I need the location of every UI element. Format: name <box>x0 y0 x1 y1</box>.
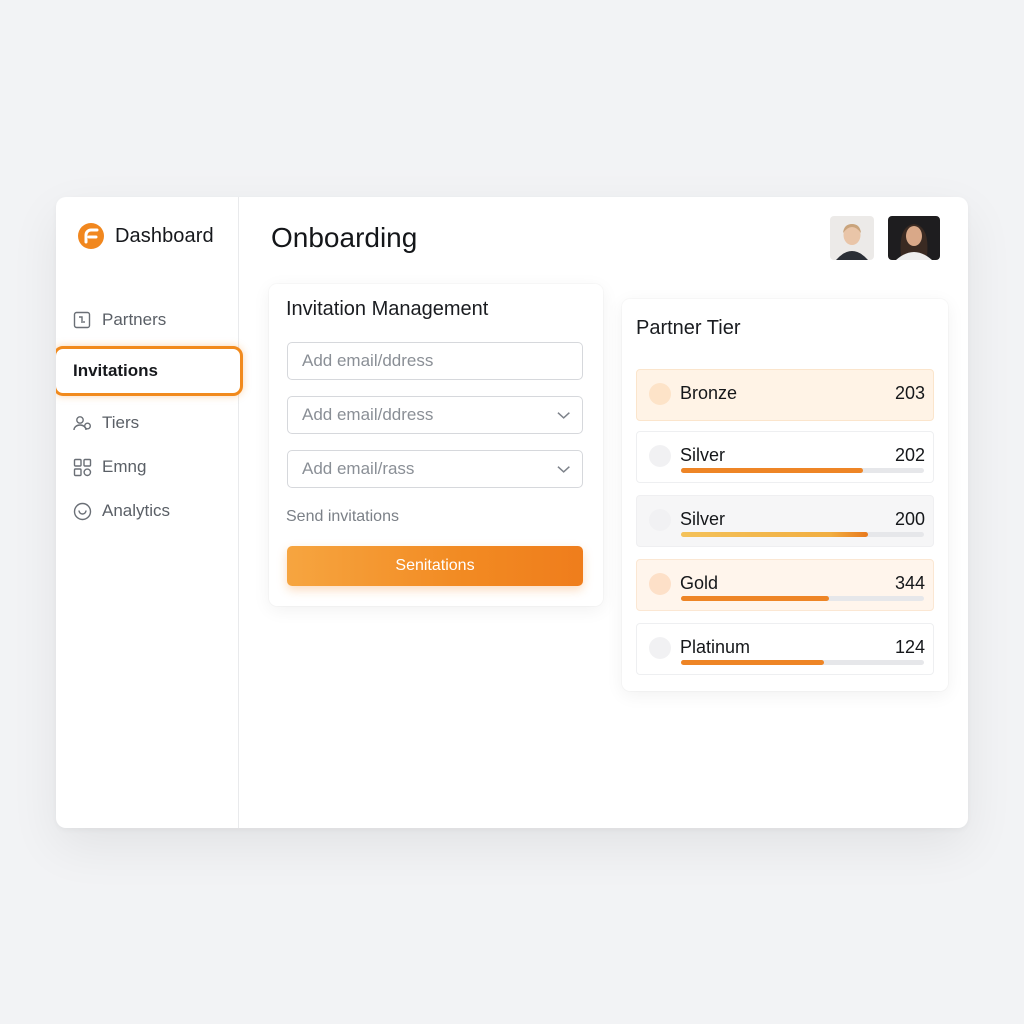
tier-progress-track <box>681 660 924 665</box>
tier-row-silver[interactable]: Silver 202 <box>636 431 934 483</box>
tier-row-platinum[interactable]: Platinum 124 <box>636 623 934 675</box>
tier-count: 344 <box>894 573 925 593</box>
email-field[interactable] <box>287 396 583 434</box>
tier-count: 200 <box>894 509 925 529</box>
tier-progress-fill <box>681 532 869 537</box>
avatar[interactable] <box>830 216 874 260</box>
tier-progress-fill <box>681 596 830 601</box>
avatar-dark <box>888 216 940 260</box>
email-input[interactable] <box>302 459 557 479</box>
brand-title: Dashboard <box>115 224 214 247</box>
users-icon <box>72 413 92 433</box>
tier-progress-fill <box>681 660 825 665</box>
sidebar-item-analytics[interactable]: Analytics <box>69 492 231 530</box>
sidebar-item-partners[interactable]: Partners <box>69 301 231 339</box>
tier-row-silver[interactable]: Silver 200 <box>636 495 934 547</box>
tier-name: Silver <box>680 445 726 465</box>
tier-progress-track <box>681 596 924 601</box>
tier-count: 202 <box>894 445 925 465</box>
page-title: Onboarding <box>271 222 418 253</box>
sidebar-item-label: Tiers <box>102 413 140 432</box>
tier-name: Silver <box>680 509 726 529</box>
sidebar-item-emng[interactable]: Emng <box>69 448 231 486</box>
smile-icon <box>72 501 92 521</box>
sidebar-item-invitations[interactable]: Invitations <box>56 346 243 396</box>
sidebar-item-label: Invitations <box>73 361 159 380</box>
tier-name: Platinum <box>680 637 751 657</box>
tier-badge-icon <box>649 509 671 531</box>
chevron-down-icon[interactable] <box>557 411 570 420</box>
avatar-light <box>830 216 874 260</box>
sidebar: Dashboard Partners Invitations Tiers Emn… <box>56 197 243 828</box>
app-window: Dashboard Partners Invitations Tiers Emn… <box>56 197 968 828</box>
brand[interactable]: Dashboard <box>77 222 214 250</box>
grid-icon <box>72 457 92 477</box>
partner-tier-title: Partner Tier <box>636 317 741 339</box>
tier-name: Bronze <box>680 383 738 403</box>
main-content: Onboarding Invitation Management Add ema… <box>240 197 968 828</box>
avatar[interactable] <box>888 216 940 260</box>
tier-badge-icon <box>649 383 671 405</box>
sidebar-item-label: Analytics <box>102 501 171 520</box>
tier-badge-icon <box>649 637 671 659</box>
sidebar-item-tiers[interactable]: Tiers <box>69 404 231 442</box>
send-invitations-label: Send invitations <box>286 508 399 525</box>
tier-progress-track <box>681 468 924 473</box>
tier-count: 203 <box>894 383 925 403</box>
send-invitations-button[interactable]: Senitations <box>287 546 583 586</box>
tier-progress-fill <box>681 468 864 473</box>
brand-logo-icon <box>78 223 104 249</box>
tier-row-gold[interactable]: Gold 344 <box>636 559 934 611</box>
partner-tier-card: Partner Tier Bronze 203 Silver 202 Silve… <box>622 299 948 691</box>
tier-name: Gold <box>680 573 719 593</box>
tier-badge-icon <box>649 445 671 467</box>
tier-row-bronze[interactable]: Bronze 203 <box>636 369 934 421</box>
chevron-down-icon[interactable] <box>557 465 570 474</box>
email-field[interactable] <box>287 342 583 380</box>
email-input[interactable] <box>302 405 557 425</box>
sidebar-item-label: Emng <box>102 457 147 476</box>
partners-icon <box>72 310 92 330</box>
email-input[interactable] <box>302 351 570 371</box>
tier-badge-icon <box>649 573 671 595</box>
email-field[interactable] <box>287 450 583 488</box>
invitation-card-title: Invitation Management <box>286 298 489 320</box>
tier-count: 124 <box>894 637 925 657</box>
invitation-card: Invitation Management Send invitations S… <box>269 284 603 606</box>
tier-progress-track <box>681 532 924 537</box>
sidebar-item-label: Partners <box>102 310 167 329</box>
